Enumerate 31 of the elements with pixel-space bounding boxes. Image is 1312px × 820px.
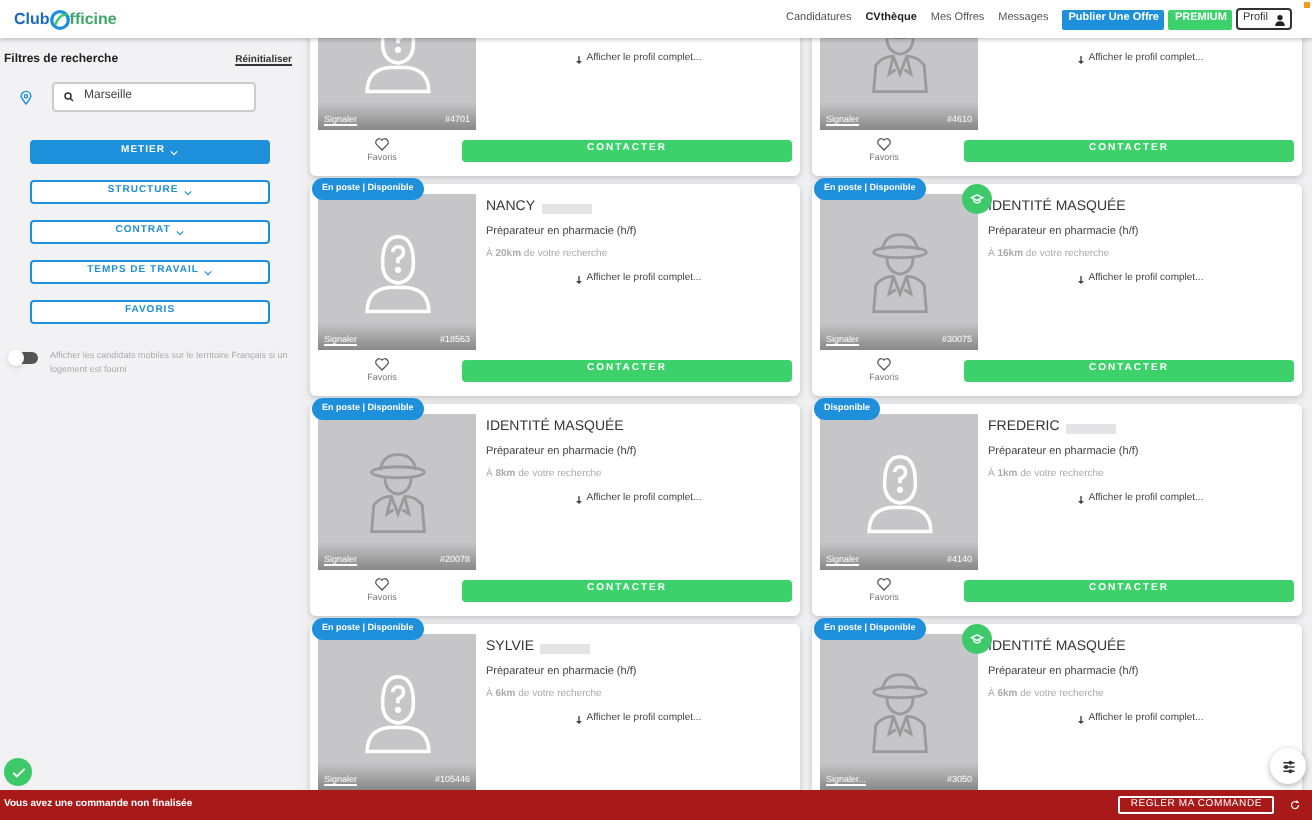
heart-icon[interactable] [374, 355, 390, 372]
chevron-down-icon [204, 269, 213, 275]
down-arrow-icon [576, 715, 583, 724]
blurred-surname [540, 644, 590, 654]
logo-icon [49, 9, 70, 29]
down-arrow-icon [576, 275, 583, 284]
down-arrow-icon [1078, 715, 1085, 724]
check-badge-icon[interactable] [4, 758, 32, 786]
heart-icon[interactable] [876, 575, 892, 592]
sliders-icon [1281, 759, 1295, 773]
chevron-down-icon [176, 229, 185, 235]
down-arrow-icon [1078, 55, 1085, 64]
refresh-icon[interactable] [1290, 800, 1300, 810]
search-icon [64, 92, 74, 102]
chevron-down-icon [184, 189, 193, 195]
down-arrow-icon [576, 495, 583, 504]
heart-icon[interactable] [876, 135, 892, 152]
mobility-toggle[interactable] [10, 352, 38, 364]
heart-icon[interactable] [374, 575, 390, 592]
blurred-surname [1065, 424, 1116, 434]
down-arrow-icon [576, 55, 583, 64]
logo-text[interactable]: fficine [69, 7, 117, 31]
user-icon [1274, 13, 1286, 25]
blurred-surname [541, 204, 592, 214]
location-pin-icon [20, 89, 32, 105]
chevron-down-icon [170, 149, 179, 155]
heart-icon[interactable] [876, 355, 892, 372]
heart-icon[interactable] [374, 135, 390, 152]
down-arrow-icon [1078, 275, 1085, 284]
logo-text[interactable]: Club [14, 7, 50, 31]
down-arrow-icon [1078, 495, 1085, 504]
